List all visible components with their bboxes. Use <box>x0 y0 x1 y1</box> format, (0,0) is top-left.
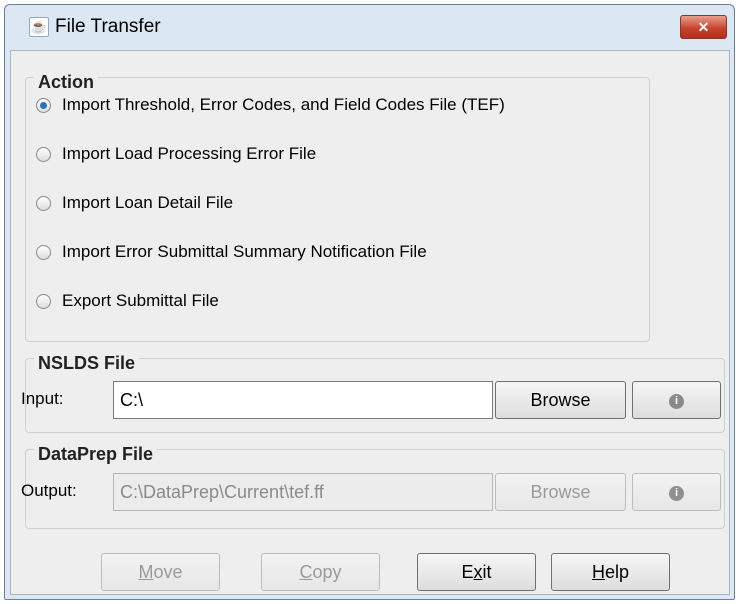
copy-label-rest: opy <box>312 562 342 582</box>
output-path-field <box>113 473 493 511</box>
file-transfer-window: ☕ File Transfer ✕ Action Import Threshol… <box>4 4 735 600</box>
radio-button-selected[interactable] <box>36 98 51 113</box>
info-icon: i <box>669 485 684 501</box>
help-label-rest: elp <box>604 562 630 582</box>
copy-mnemonic: C <box>299 562 313 582</box>
dialog-content: Action Import Threshold, Error Codes, an… <box>10 50 730 595</box>
radio-label: Export Submittal File <box>62 291 219 310</box>
radio-button[interactable] <box>36 147 51 162</box>
input-path-field[interactable] <box>113 381 493 419</box>
window-title: File Transfer <box>55 16 161 37</box>
radio-label: Import Loan Detail File <box>62 193 234 212</box>
radio-label: Import Error Submittal Summary Notificat… <box>62 242 427 261</box>
exit-label-pre: E <box>461 562 474 582</box>
action-legend: Action <box>34 72 98 93</box>
close-button[interactable]: ✕ <box>680 15 727 39</box>
info-icon: i <box>669 393 684 409</box>
radio-label: Import Load Processing Error File <box>62 144 317 163</box>
nslds-file-group: NSLDS File Input: Browse i <box>21 353 725 433</box>
browse-input-button[interactable]: Browse <box>495 381 626 419</box>
input-info-button[interactable]: i <box>632 381 721 419</box>
radio-button[interactable] <box>36 196 51 211</box>
exit-button[interactable]: Exit <box>417 553 536 591</box>
nslds-legend: NSLDS File <box>34 353 140 374</box>
browse-output-button: Browse <box>495 473 626 511</box>
output-info-button: i <box>632 473 721 511</box>
exit-label-rest: it <box>482 562 492 582</box>
radio-label: Import Threshold, Error Codes, and Field… <box>62 95 505 114</box>
action-group: Action Import Threshold, Error Codes, an… <box>25 72 650 342</box>
help-button[interactable]: Help <box>551 553 670 591</box>
dataprep-legend: DataPrep File <box>34 444 158 465</box>
java-cup-icon: ☕ <box>29 17 49 37</box>
title-bar[interactable]: ☕ File Transfer ✕ <box>5 5 734 49</box>
close-icon: ✕ <box>697 19 710 35</box>
move-mnemonic: M <box>138 562 154 582</box>
copy-button: Copy <box>261 553 380 591</box>
radio-button[interactable] <box>36 245 51 260</box>
dataprep-file-group: DataPrep File Output: Browse i <box>21 444 725 529</box>
move-label-rest: ove <box>153 562 183 582</box>
output-label: Output: <box>21 481 77 500</box>
exit-mnemonic: x <box>473 562 483 582</box>
help-mnemonic: H <box>591 562 605 582</box>
radio-button[interactable] <box>36 294 51 309</box>
move-button: Move <box>101 553 220 591</box>
input-label: Input: <box>21 389 64 408</box>
